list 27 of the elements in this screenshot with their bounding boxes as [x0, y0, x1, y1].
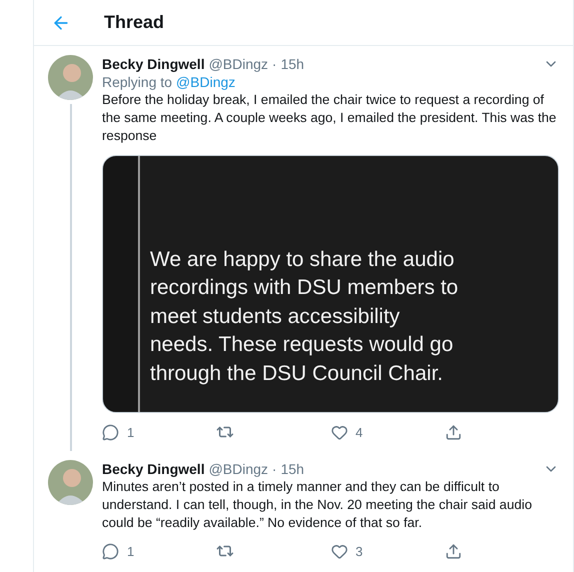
speech-bubble-icon	[102, 542, 119, 560]
timestamp: 15h	[280, 460, 304, 478]
avatar[interactable]	[48, 460, 93, 505]
speech-bubble-icon	[102, 424, 119, 440]
author-handle: @BDingz	[208, 460, 268, 478]
replying-label: Replying to	[102, 73, 172, 91]
separator: ·	[272, 55, 277, 73]
avatar[interactable]	[48, 55, 93, 100]
screenshot-text: We are happy to share the audio recordings with DSU members to meet students accessibility needs. These requests would go through the DSU Council Chair.	[150, 246, 460, 386]
tweet-text: Before the holiday break, I emailed the chair twice to request a recording of the same meeting. A couple weeks ago, I emailed the president. This was the response	[102, 91, 558, 145]
heart-icon	[330, 424, 348, 440]
tweet-text: Minutes aren’t posted in a timely manner and they can be difficult to understand. I can tell, though, in the Nov. 20 meeting the chair said audio could be “readily available.” No evidence of that so far.	[102, 478, 533, 532]
like-button[interactable]: 4	[330, 424, 445, 440]
author-name: Becky Dingwell	[102, 460, 205, 478]
author-name: Becky Dingwell	[102, 55, 205, 73]
attached-screenshot[interactable]: We are happy to share the audio recordings with DSU members to meet students accessibility needs. These requests would go through the DSU Council Chair.	[102, 155, 559, 413]
page-title: Thread	[104, 12, 164, 33]
reply-button[interactable]: 1	[102, 424, 216, 440]
separator: ·	[272, 460, 277, 478]
mention-link[interactable]: @BDingz	[176, 73, 236, 91]
share-icon	[444, 542, 462, 560]
share-icon	[444, 424, 462, 440]
heart-icon	[330, 542, 348, 560]
timestamp: 15h	[280, 55, 304, 73]
like-button[interactable]: 3	[330, 542, 445, 560]
reply-button[interactable]: 1	[102, 542, 216, 560]
author-handle: @BDingz	[208, 55, 268, 73]
